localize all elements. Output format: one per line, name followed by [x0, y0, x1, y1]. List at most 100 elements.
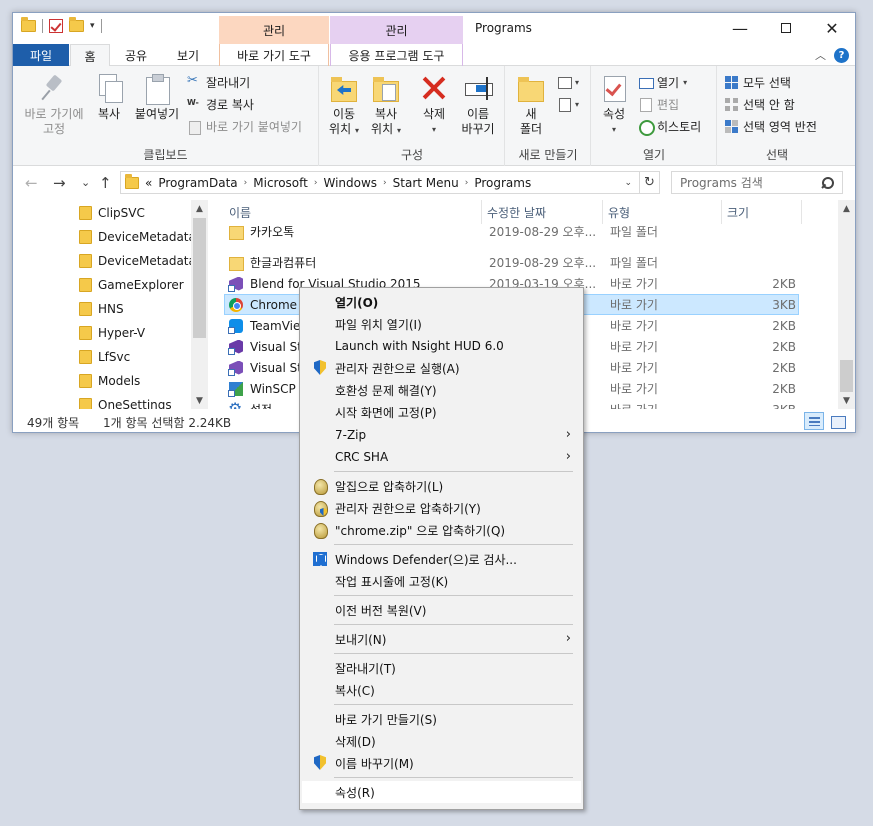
- move-to-button[interactable]: 이동 위치 ▾: [326, 72, 362, 138]
- edit-button[interactable]: 편집: [638, 94, 679, 114]
- table-row[interactable]: 한글과컴퓨터 2019-08-29 오후... 파일 폴더: [224, 252, 799, 273]
- scroll-thumb[interactable]: [840, 360, 853, 392]
- menu-item-restore-previous[interactable]: 이전 버전 복원(V): [302, 599, 581, 621]
- menu-item-cut[interactable]: 잘라내기(T): [302, 657, 581, 679]
- qat-customize-button[interactable]: ▾: [90, 21, 95, 31]
- menu-item-troubleshoot-compat[interactable]: 호환성 문제 해결(Y): [302, 379, 581, 401]
- tab-share[interactable]: 공유: [116, 44, 156, 66]
- copy-button[interactable]: 복사: [93, 72, 125, 122]
- delete-label: 삭제: [422, 107, 446, 121]
- folder-icon: [228, 255, 244, 271]
- menu-item-pin-to-start[interactable]: 시작 화면에 고정(P): [302, 401, 581, 423]
- tab-shortcut-tools[interactable]: 바로 가기 도구: [219, 44, 329, 66]
- menu-item-copy[interactable]: 복사(C): [302, 679, 581, 701]
- select-all-button[interactable]: 모두 선택: [724, 72, 791, 92]
- properties-check-icon[interactable]: [49, 19, 63, 33]
- tab-app-tools[interactable]: 응용 프로그램 도구: [330, 44, 463, 66]
- recent-locations-button[interactable]: ⌄: [81, 176, 90, 189]
- pin-to-quick-access-button[interactable]: 바로 가기에 고정: [21, 72, 87, 137]
- tab-home[interactable]: 홈: [70, 44, 110, 67]
- file-list-scrollbar[interactable]: ▲ ▼: [838, 200, 855, 409]
- menu-item-defender-scan[interactable]: Windows Defender(으)로 검사...: [302, 548, 581, 570]
- copy-to-button[interactable]: 복사 위치 ▾: [368, 72, 404, 138]
- tree-item[interactable]: Hyper-V: [79, 321, 145, 345]
- properties-button[interactable]: 속성 ▾: [598, 72, 630, 137]
- new-folder-button[interactable]: 새 폴더: [514, 72, 548, 137]
- refresh-button[interactable]: ↻: [639, 172, 659, 193]
- menu-item-pin-to-taskbar[interactable]: 작업 표시줄에 고정(K): [302, 570, 581, 592]
- menu-item-create-shortcut[interactable]: 바로 가기 만들기(S): [302, 708, 581, 730]
- tree-item[interactable]: Models: [79, 369, 140, 393]
- tree-item[interactable]: OneSettings: [79, 393, 172, 409]
- breadcrumb-start-menu[interactable]: Start Menu: [393, 176, 459, 190]
- address-bar[interactable]: « ProgramData › Microsoft › Windows › St…: [120, 171, 660, 194]
- chevron-right-icon[interactable]: ›: [244, 178, 248, 188]
- maximize-button[interactable]: [763, 13, 809, 43]
- menu-item-alzip-compress[interactable]: 알집으로 압축하기(L): [302, 475, 581, 497]
- forward-button[interactable]: →: [53, 174, 66, 192]
- breadcrumb-programdata[interactable]: ProgramData: [158, 176, 237, 190]
- navigation-pane-scrollbar[interactable]: ▲ ▼: [191, 200, 208, 409]
- search-input[interactable]: Programs 검색: [680, 174, 763, 191]
- paste-shortcut-button[interactable]: 바로 가기 붙여넣기: [187, 116, 302, 136]
- tree-item[interactable]: HNS: [79, 297, 124, 321]
- menu-item-compress-to-zip[interactable]: "chrome.zip" 으로 압축하기(Q): [302, 519, 581, 541]
- minimize-button[interactable]: —: [717, 13, 763, 43]
- scroll-up-arrow[interactable]: ▲: [838, 200, 855, 217]
- chevron-down-icon[interactable]: ⌄: [621, 178, 635, 188]
- up-button[interactable]: ↑: [99, 174, 112, 192]
- tree-item[interactable]: DeviceMetadataC: [79, 225, 204, 249]
- tree-item[interactable]: GameExplorer: [79, 273, 184, 297]
- scroll-down-arrow[interactable]: ▼: [191, 392, 208, 409]
- column-header-size[interactable]: 크기: [722, 200, 802, 224]
- details-view-icon[interactable]: [804, 412, 824, 430]
- menu-item-rename[interactable]: 이름 바꾸기(M): [302, 752, 581, 774]
- select-none-button[interactable]: 선택 안 함: [724, 94, 795, 114]
- chevron-right-icon[interactable]: ›: [314, 178, 318, 188]
- rename-button[interactable]: 이름 바꾸기: [456, 72, 500, 137]
- chevron-right-icon[interactable]: ›: [465, 178, 469, 188]
- delete-button[interactable]: 삭제 ▾: [418, 72, 450, 137]
- scroll-down-arrow[interactable]: ▼: [838, 392, 855, 409]
- back-button[interactable]: ←: [25, 174, 38, 192]
- navigation-pane: ClipSVC DeviceMetadataC DeviceMetadataS …: [13, 200, 207, 409]
- menu-item-send-to[interactable]: 보내기(N) ›: [302, 628, 581, 650]
- open-button[interactable]: 열기 ▾: [638, 72, 687, 92]
- paste-button[interactable]: 붙여넣기: [131, 72, 183, 122]
- easy-access-button[interactable]: ▾: [556, 94, 579, 114]
- breadcrumb-programs[interactable]: Programs: [474, 176, 531, 190]
- chevron-right-icon[interactable]: ›: [383, 178, 387, 188]
- menu-item-run-as-admin[interactable]: 관리자 권한으로 실행(A): [302, 357, 581, 379]
- menu-item-delete[interactable]: 삭제(D): [302, 730, 581, 752]
- breadcrumb-microsoft[interactable]: Microsoft: [253, 176, 308, 190]
- history-button[interactable]: 히스토리: [638, 116, 701, 136]
- scroll-thumb[interactable]: [193, 218, 206, 338]
- breadcrumb-windows[interactable]: Windows: [323, 176, 377, 190]
- tab-file[interactable]: 파일: [13, 44, 69, 66]
- close-button[interactable]: ✕: [809, 13, 855, 43]
- copy-path-button[interactable]: 경로 복사: [187, 94, 254, 114]
- invert-selection-button[interactable]: 선택 영역 반전: [724, 116, 817, 136]
- table-row[interactable]: 카카오톡 2019-08-29 오후... 파일 폴더: [224, 225, 799, 252]
- breadcrumb-overflow[interactable]: «: [145, 176, 152, 190]
- tab-view[interactable]: 보기: [168, 44, 208, 66]
- tree-item[interactable]: ClipSVC: [79, 201, 145, 225]
- search-box[interactable]: Programs 검색: [671, 171, 843, 194]
- tree-item[interactable]: LfSvc: [79, 345, 130, 369]
- menu-item-launch-nsight[interactable]: Launch with Nsight HUD 6.0: [302, 335, 581, 357]
- tree-item[interactable]: DeviceMetadataS: [79, 249, 203, 273]
- menu-item-open[interactable]: 열기(O): [302, 291, 581, 313]
- menu-item-properties[interactable]: 속성(R): [302, 781, 581, 803]
- cut-button[interactable]: 잘라내기: [187, 72, 250, 92]
- new-folder-icon[interactable]: [69, 17, 84, 32]
- menu-item-admin-compress[interactable]: 관리자 권한으로 압축하기(Y): [302, 497, 581, 519]
- menu-item-open-file-location[interactable]: 파일 위치 열기(I): [302, 313, 581, 335]
- menu-item-crc-sha[interactable]: CRC SHA ›: [302, 446, 581, 468]
- collapse-ribbon-button[interactable]: ︿: [815, 47, 826, 63]
- menu-item-7zip[interactable]: 7-Zip ›: [302, 424, 581, 446]
- invert-selection-icon: [724, 119, 739, 134]
- help-icon[interactable]: ?: [834, 47, 849, 63]
- scroll-up-arrow[interactable]: ▲: [191, 200, 208, 217]
- large-icons-view-icon[interactable]: [827, 412, 847, 430]
- new-item-button[interactable]: ▾: [556, 72, 579, 92]
